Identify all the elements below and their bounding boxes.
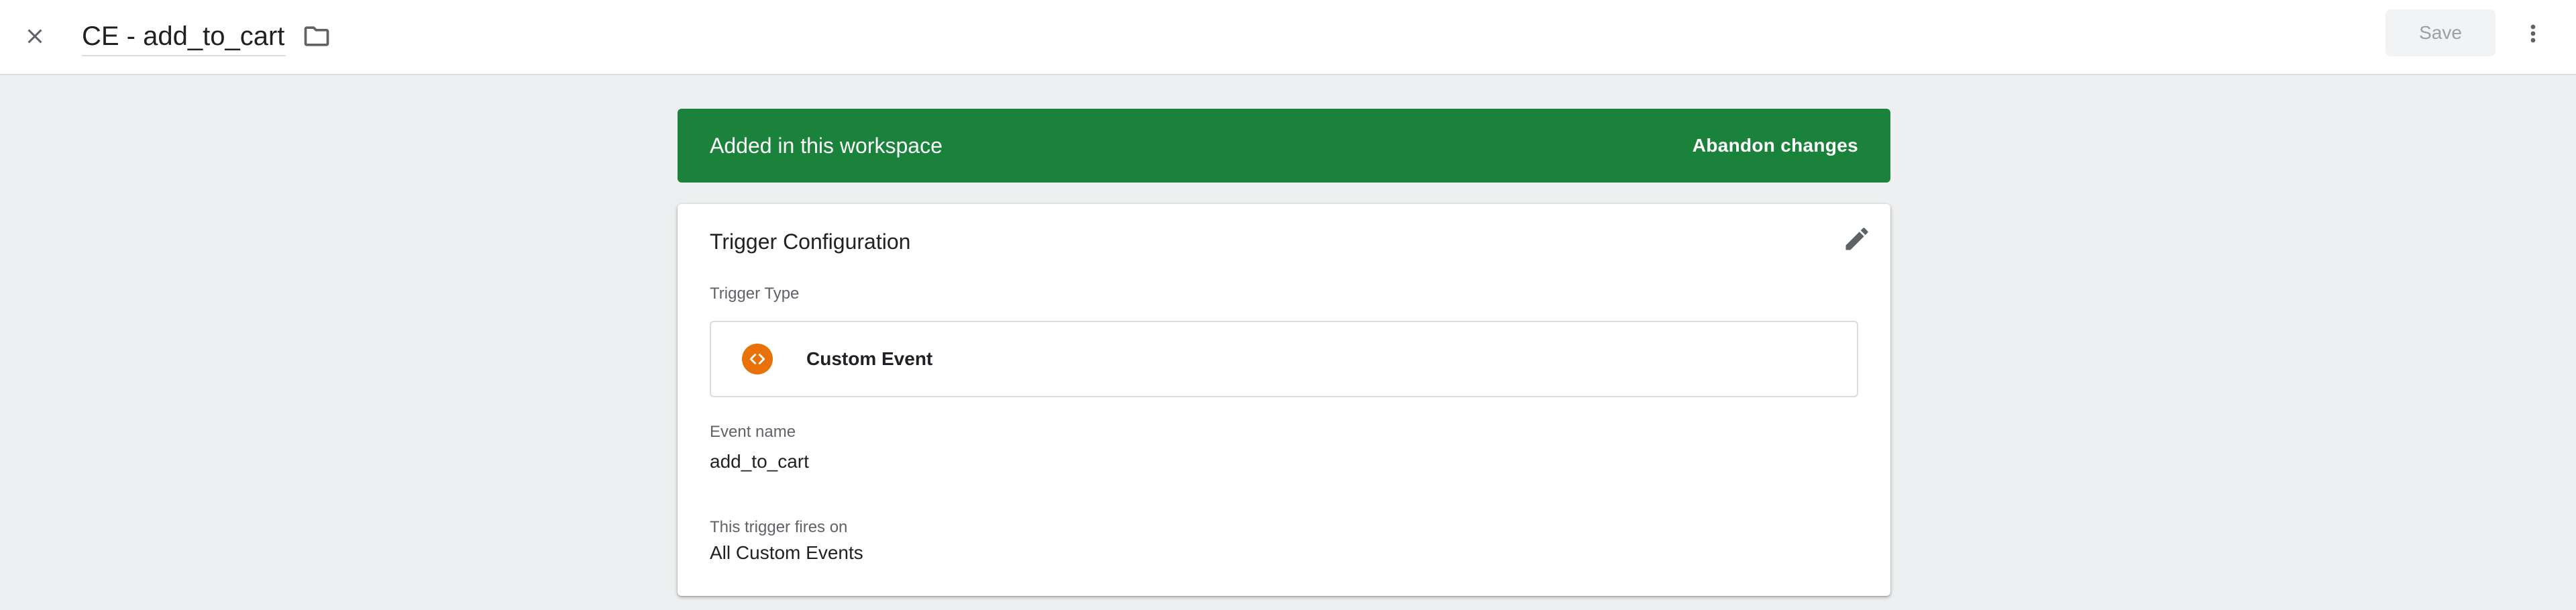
custom-event-badge — [742, 344, 773, 374]
event-name-value: add_to_cart — [710, 451, 809, 472]
trigger-type-selector[interactable]: Custom Event — [710, 321, 1858, 397]
trigger-type-name: Custom Event — [806, 348, 933, 369]
close-icon — [28, 29, 42, 44]
banner-text: Added in this workspace — [710, 133, 943, 158]
trigger-type-label: Trigger Type — [710, 285, 800, 303]
trigger-name-field[interactable]: CE - add_to_cart — [82, 17, 286, 56]
save-button[interactable]: Save — [2385, 9, 2496, 56]
workspace-status-banner: Added in this workspace Abandon changes — [678, 109, 1890, 183]
more-options-button[interactable] — [2514, 15, 2552, 52]
top-bar: CE - add_to_cart Save — [0, 0, 2576, 75]
fires-on-label: This trigger fires on — [710, 518, 848, 536]
card-title: Trigger Configuration — [710, 230, 911, 254]
fires-on-value: All Custom Events — [710, 542, 863, 563]
folder-button[interactable] — [298, 17, 335, 55]
close-button[interactable] — [16, 17, 54, 55]
code-brackets-icon — [749, 354, 765, 364]
abandon-changes-button[interactable]: Abandon changes — [1693, 135, 1858, 156]
trigger-configuration-card[interactable]: Trigger Configuration Trigger Type Custo… — [678, 204, 1890, 596]
edit-button[interactable] — [1838, 220, 1876, 258]
pencil-icon — [1845, 227, 1868, 250]
event-name-label: Event name — [710, 423, 796, 441]
folder-icon — [304, 26, 329, 46]
more-vert-icon — [2530, 24, 2536, 43]
